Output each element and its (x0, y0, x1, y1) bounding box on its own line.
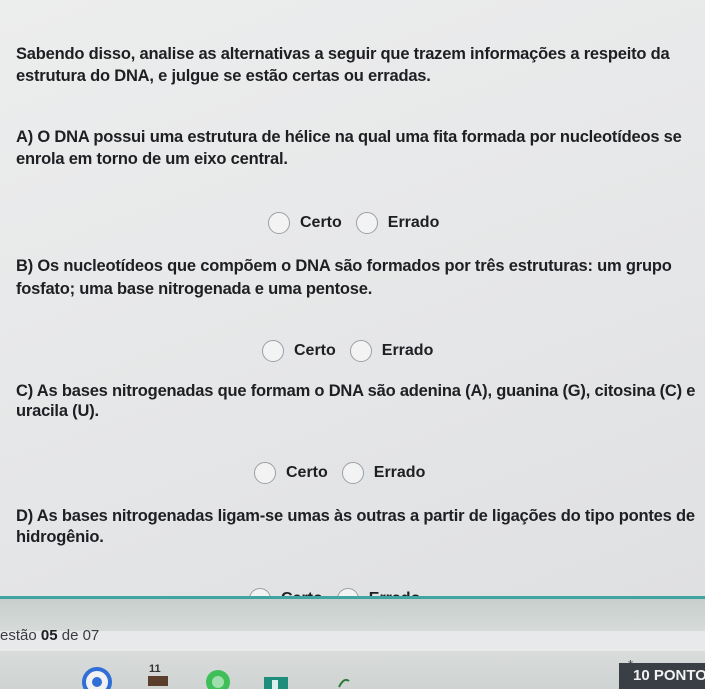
question-b-options: Certo Errado (262, 340, 447, 362)
question-c-errado-option[interactable]: Errado (341, 462, 426, 484)
option-label: Certo (286, 464, 328, 481)
points-badge: 10 PONTOS (619, 663, 705, 689)
edge-icon[interactable] (337, 675, 351, 689)
radio-circle-icon[interactable] (349, 340, 372, 362)
question-b-line-1: B) Os nucleotídeos que compõem o DNA são… (16, 257, 672, 275)
question-counter: estão 05 de 07 (0, 627, 99, 644)
option-label: Certo (294, 342, 336, 359)
option-label: Errado (373, 464, 426, 481)
radio-circle-icon[interactable] (341, 462, 364, 484)
question-a-certo-option[interactable]: Certo (268, 212, 342, 234)
question-b-errado-option[interactable]: Errado (349, 340, 434, 362)
question-c-line-2: uracila (U). (16, 402, 99, 420)
radio-circle-icon[interactable] (262, 340, 284, 362)
question-c-certo-option[interactable]: Certo (254, 462, 328, 484)
radio-circle-icon[interactable] (355, 212, 378, 234)
chrome-icon[interactable] (82, 667, 112, 689)
counter-current: 05 (40, 627, 58, 644)
game-icon[interactable]: 11 (146, 661, 172, 689)
question-a-line-1: A) O DNA possui uma estrutura de hélice … (16, 128, 682, 146)
question-a-options: Certo Errado (268, 212, 453, 234)
option-label: Errado (387, 214, 440, 231)
radio-circle-icon[interactable] (254, 462, 276, 484)
question-c-options: Certo Errado (254, 462, 439, 484)
radio-circle-icon[interactable] (268, 212, 290, 234)
intro-line-1: Sabendo disso, analise as alternativas a… (16, 45, 670, 63)
question-d-line-2: hidrogênio. (16, 528, 104, 546)
question-c-line-1: C) As bases nitrogenadas que formam o DN… (16, 382, 696, 400)
question-d-line-1: D) As bases nitrogenadas ligam-se umas à… (16, 507, 695, 525)
option-label: Certo (300, 214, 342, 231)
whatsapp-icon[interactable] (204, 667, 232, 689)
intro-line-2: estrutura do DNA, e julgue se estão cert… (16, 67, 431, 85)
counter-prefix: estão (0, 627, 37, 644)
question-a-errado-option[interactable]: Errado (355, 212, 440, 234)
option-label: Errado (381, 342, 434, 359)
question-a-line-2: enrola em torno de um eixo central. (16, 150, 288, 168)
calendar-icon[interactable] (262, 675, 290, 689)
question-b-line-2: fosfato; uma base nitrogenada e uma pent… (16, 280, 373, 298)
counter-suffix: de 07 (61, 627, 100, 644)
footer-band (0, 596, 705, 631)
svg-text:11: 11 (149, 663, 161, 675)
question-b-certo-option[interactable]: Certo (262, 340, 336, 362)
